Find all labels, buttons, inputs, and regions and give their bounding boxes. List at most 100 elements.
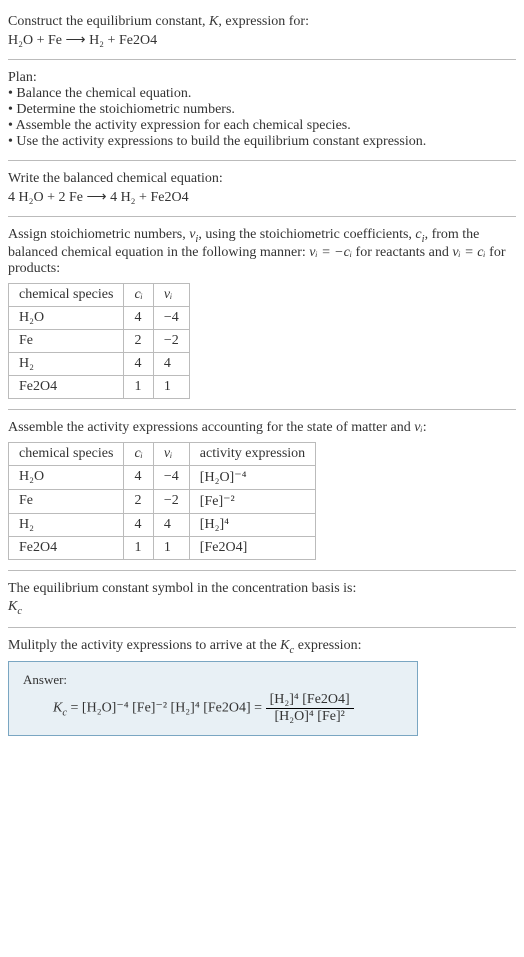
cell: −2 [153, 329, 189, 352]
stoich-rel2: νᵢ = cᵢ [452, 245, 485, 260]
cell: [H₂O]⁻⁴ [189, 465, 315, 489]
cell: H₂O [9, 306, 124, 329]
table-row: Fe2−2 [9, 329, 190, 352]
cell: 2 [124, 329, 153, 352]
cell: Fe2O4 [9, 375, 124, 398]
answer-label: Answer: [23, 672, 403, 688]
ans-num: [H₂]⁴ [Fe2O4] [266, 692, 354, 709]
ans-mid: [H₂O]⁻⁴ [Fe]⁻² [H₂]⁴ [Fe2O4] [82, 701, 251, 716]
divider [8, 627, 516, 628]
ans-fraction: [H₂]⁴ [Fe2O4][H₂O]⁴ [Fe]² [266, 692, 354, 725]
cell: 4 [124, 465, 153, 489]
cell: 4 [124, 513, 153, 536]
intro-prefix: Construct the equilibrium constant, [8, 14, 209, 29]
balanced-section: Write the balanced chemical equation: 4 … [8, 165, 516, 212]
activity-section: Assemble the activity expressions accoun… [8, 414, 516, 566]
stoich-t4: for reactants and [352, 245, 452, 260]
table-header-row: chemical species cᵢ νᵢ [9, 283, 190, 306]
stoich-t1: Assign stoichiometric numbers, [8, 227, 189, 242]
intro-line: Construct the equilibrium constant, K, e… [8, 14, 516, 30]
symbol-heading: The equilibrium constant symbol in the c… [8, 581, 516, 597]
symbol-section: The equilibrium constant symbol in the c… [8, 575, 516, 623]
ans-den: [H₂O]⁴ [Fe]² [266, 709, 354, 725]
table-row: H₂O4−4 [9, 306, 190, 329]
activity-nu: νᵢ [414, 420, 422, 435]
final-heading: Mulitply the activity expressions to arr… [8, 638, 516, 656]
stoich-rel1: νᵢ = −cᵢ [309, 245, 352, 260]
balanced-equation: 4 H₂O + 2 Fe ⟶ 4 H₂ + Fe2O4 [8, 189, 516, 206]
th-act: activity expression [189, 442, 315, 465]
plan-item: • Use the activity expressions to build … [8, 134, 516, 150]
divider [8, 160, 516, 161]
stoich-section: Assign stoichiometric numbers, νi, using… [8, 221, 516, 405]
ans-eq2: = [251, 701, 266, 716]
cell: Fe [9, 329, 124, 352]
plan-item-text: Assemble the activity expression for eac… [16, 118, 351, 133]
th-species: chemical species [9, 283, 124, 306]
cell: 2 [124, 489, 153, 513]
divider [8, 570, 516, 571]
final-section: Mulitply the activity expressions to arr… [8, 632, 516, 743]
stoich-table: chemical species cᵢ νᵢ H₂O4−4 Fe2−2 H₂44… [8, 283, 190, 399]
plan-heading: Plan: [8, 70, 516, 86]
kc-sub: c [17, 606, 22, 617]
activity-h2: : [423, 420, 427, 435]
answer-expression: Kc = [H₂O]⁻⁴ [Fe]⁻² [H₂]⁴ [Fe2O4] = [H₂]… [23, 692, 403, 725]
cell: H₂O [9, 465, 124, 489]
activity-heading: Assemble the activity expressions accoun… [8, 420, 516, 436]
th-ci: cᵢ [124, 283, 153, 306]
table-row: H₂44 [9, 352, 190, 375]
kc-k: K [8, 599, 17, 614]
th-ci: cᵢ [124, 442, 153, 465]
activity-h1: Assemble the activity expressions accoun… [8, 420, 414, 435]
table-row: H₂O4−4[H₂O]⁻⁴ [9, 465, 316, 489]
th-species: chemical species [9, 442, 124, 465]
divider [8, 59, 516, 60]
symbol-value: Kc [8, 599, 516, 617]
th-nui: νᵢ [153, 283, 189, 306]
activity-table: chemical species cᵢ νᵢ activity expressi… [8, 442, 316, 560]
plan-item-text: Determine the stoichiometric numbers. [16, 102, 235, 117]
th-nui: νᵢ [153, 442, 189, 465]
plan-item-text: Balance the chemical equation. [16, 86, 191, 101]
cell: [Fe2O4] [189, 536, 315, 559]
final-h2: expression: [294, 638, 361, 653]
plan-item: • Assemble the activity expression for e… [8, 118, 516, 134]
table-row: Fe2−2[Fe]⁻² [9, 489, 316, 513]
cell: H₂ [9, 352, 124, 375]
intro-suffix: , expression for: [218, 14, 309, 29]
table-header-row: chemical species cᵢ νᵢ activity expressi… [9, 442, 316, 465]
intro-section: Construct the equilibrium constant, K, e… [8, 8, 516, 55]
plan-section: Plan: • Balance the chemical equation. •… [8, 64, 516, 156]
cell: −4 [153, 465, 189, 489]
intro-equation: H₂O + Fe ⟶ H₂ + Fe2O4 [8, 32, 516, 49]
cell: [H₂]⁴ [189, 513, 315, 536]
cell: 1 [124, 375, 153, 398]
cell: Fe [9, 489, 124, 513]
balanced-heading: Write the balanced chemical equation: [8, 171, 516, 187]
ans-k: K [53, 701, 62, 716]
cell: −2 [153, 489, 189, 513]
cell: 1 [153, 375, 189, 398]
divider [8, 409, 516, 410]
cell: Fe2O4 [9, 536, 124, 559]
cell: H₂ [9, 513, 124, 536]
cell: [Fe]⁻² [189, 489, 315, 513]
cell: −4 [153, 306, 189, 329]
table-row: Fe2O411 [9, 375, 190, 398]
final-h1: Mulitply the activity expressions to arr… [8, 638, 280, 653]
intro-k: K [209, 14, 218, 29]
cell: 1 [153, 536, 189, 559]
table-row: Fe2O411[Fe2O4] [9, 536, 316, 559]
cell: 4 [153, 352, 189, 375]
divider [8, 216, 516, 217]
table-row: H₂44[H₂]⁴ [9, 513, 316, 536]
stoich-t2: , using the stoichiometric coefficients, [198, 227, 415, 242]
cell: 4 [124, 306, 153, 329]
plan-item-text: Use the activity expressions to build th… [16, 134, 426, 149]
plan-item: • Balance the chemical equation. [8, 86, 516, 102]
plan-item: • Determine the stoichiometric numbers. [8, 102, 516, 118]
final-kc: K [280, 638, 289, 653]
answer-box: Answer: Kc = [H₂O]⁻⁴ [Fe]⁻² [H₂]⁴ [Fe2O4… [8, 661, 418, 736]
cell: 1 [124, 536, 153, 559]
